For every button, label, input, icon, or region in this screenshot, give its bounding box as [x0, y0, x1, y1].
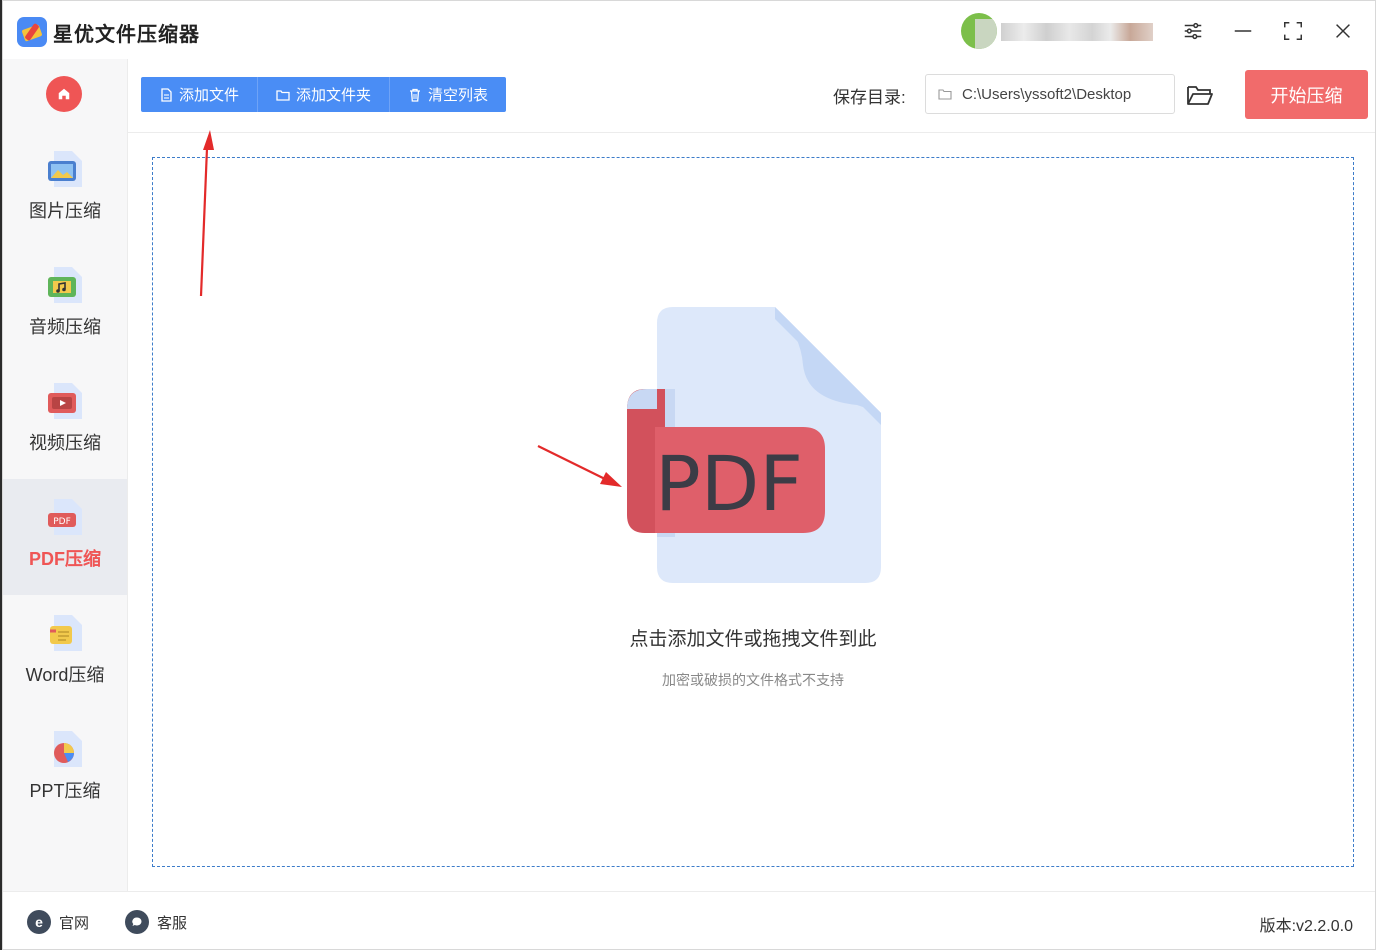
sidebar-item-audio[interactable]: 音频压缩 — [3, 247, 127, 363]
drop-hint-main: 点击添加文件或拖拽文件到此 — [629, 629, 877, 650]
sidebar: 图片压缩 音频压缩 视频压缩 PDF PDF压缩 Word压缩 PPT压缩 — [3, 59, 128, 891]
settings-sliders-icon[interactable] — [1175, 13, 1211, 49]
sidebar-item-label: 图片压缩 — [29, 201, 101, 221]
sidebar-item-video[interactable]: 视频压缩 — [3, 363, 127, 479]
pdf-icon: PDF — [46, 497, 84, 537]
version-text: 版本:v2.2.0.0 — [1259, 918, 1353, 935]
ppt-icon — [46, 729, 84, 769]
sidebar-item-label: 音频压缩 — [29, 317, 101, 337]
user-name-blurred — [1001, 23, 1153, 41]
footer: e 官网 客服 版本:v2.2.0.0 — [3, 891, 1375, 949]
save-dir-label: 保存目录: — [833, 88, 906, 107]
website-link[interactable]: e 官网 — [27, 910, 89, 934]
sidebar-item-label: PPT压缩 — [29, 781, 101, 801]
drop-hint-sub: 加密或破损的文件格式不支持 — [662, 672, 844, 688]
support-link[interactable]: 客服 — [125, 910, 187, 934]
file-icon — [161, 87, 172, 102]
add-file-button[interactable]: 添加文件 — [141, 77, 259, 112]
file-button-group: 添加文件 添加文件夹 清空列表 — [141, 77, 507, 112]
image-icon — [46, 149, 84, 189]
website-label: 官网 — [59, 914, 90, 932]
folder-icon — [938, 89, 952, 100]
word-icon — [46, 613, 84, 653]
folder-icon — [276, 89, 290, 101]
app-title: 星优文件压缩器 — [53, 24, 200, 46]
browser-e-icon: e — [27, 910, 51, 934]
sidebar-item-word[interactable]: Word压缩 — [3, 595, 127, 711]
clear-list-label: 清空列表 — [428, 87, 489, 104]
add-folder-button[interactable]: 添加文件夹 — [258, 77, 391, 112]
sidebar-item-label: Word压缩 — [25, 665, 105, 685]
pdf-badge-text: PDF — [655, 439, 803, 528]
close-icon[interactable] — [1325, 13, 1361, 49]
save-path-field[interactable]: C:\Users\yssoft2\Desktop — [925, 74, 1175, 114]
video-icon — [46, 381, 84, 421]
chat-bubble-icon — [125, 910, 149, 934]
audio-icon — [46, 265, 84, 305]
app-logo-icon — [17, 17, 47, 47]
app-window: 星优文件压缩器 图片压缩 音频压缩 视频压缩 PDF PDF压缩 Word压缩 … — [2, 0, 1376, 950]
avatar[interactable] — [961, 13, 997, 49]
maximize-icon[interactable] — [1275, 13, 1311, 49]
sidebar-item-label: 视频压缩 — [29, 433, 101, 453]
sidebar-item-pdf[interactable]: PDF PDF压缩 — [3, 479, 127, 595]
pdf-document-icon: PDF — [625, 305, 885, 585]
clear-list-button[interactable]: 清空列表 — [390, 77, 507, 112]
sidebar-item-ppt[interactable]: PPT压缩 — [3, 711, 127, 827]
file-drop-zone[interactable]: PDF 点击添加文件或拖拽文件到此 加密或破损的文件格式不支持 — [152, 157, 1354, 867]
support-label: 客服 — [157, 914, 188, 932]
toolbar: 添加文件 添加文件夹 清空列表 保存目录: C:\Users\yssoft2\D… — [128, 59, 1375, 133]
minimize-icon[interactable] — [1225, 13, 1261, 49]
folder-open-icon[interactable] — [1186, 81, 1214, 109]
home-icon — [58, 88, 70, 100]
trash-icon — [410, 88, 421, 102]
sidebar-item-label: PDF压缩 — [29, 549, 101, 569]
save-path-value: C:\Users\yssoft2\Desktop — [962, 85, 1132, 103]
sidebar-item-image[interactable]: 图片压缩 — [3, 131, 127, 247]
start-compress-button[interactable]: 开始压缩 — [1245, 70, 1368, 119]
user-account[interactable] — [961, 13, 1156, 49]
add-folder-label: 添加文件夹 — [296, 87, 372, 104]
title-bar: 星优文件压缩器 — [3, 1, 1375, 59]
svg-text:PDF: PDF — [53, 517, 71, 527]
home-button[interactable] — [46, 76, 82, 112]
add-file-label: 添加文件 — [179, 87, 240, 104]
